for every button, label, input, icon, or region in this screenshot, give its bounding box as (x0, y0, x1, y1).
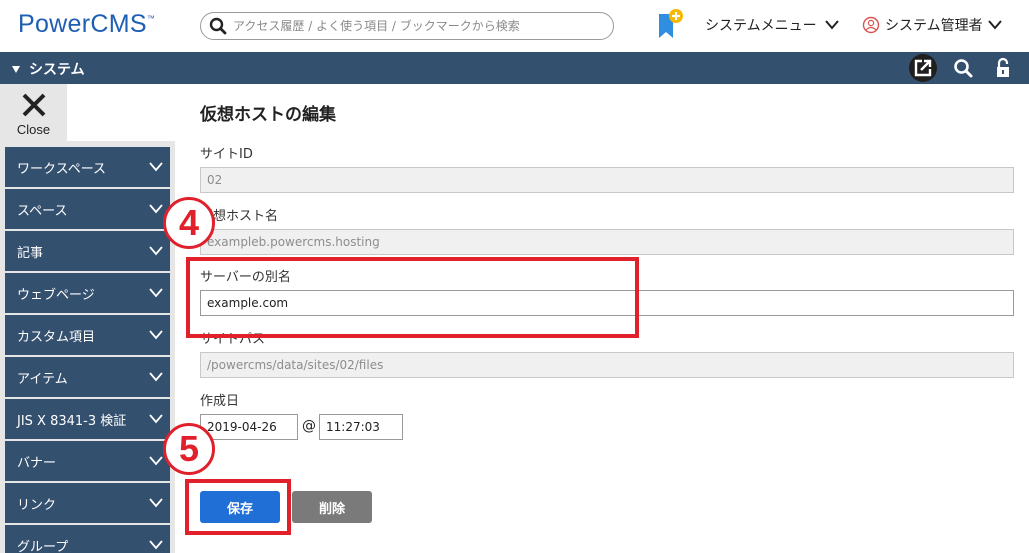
system-navbar: システム (0, 52, 1029, 84)
step-4-badge: 4 (163, 197, 215, 249)
user-avatar-icon (862, 16, 880, 34)
sidebar-item-label: JIS X 8341-3 検証 (17, 413, 127, 429)
chevron-down-icon (149, 204, 163, 214)
system-scope-toggle[interactable]: システム (12, 59, 85, 79)
search-icon (954, 59, 973, 78)
chevron-down-icon (987, 20, 1002, 30)
site-path-field[interactable] (200, 352, 1014, 378)
sidebar-item-items[interactable]: アイテム (5, 357, 170, 397)
system-menu-dropdown[interactable]: システムメニュー (705, 15, 839, 35)
chevron-down-icon (149, 246, 163, 256)
chevron-down-icon (149, 330, 163, 340)
chevron-down-icon (824, 20, 839, 30)
sidebar-item-label: スペース (17, 203, 68, 219)
lock-button[interactable] (989, 54, 1017, 82)
search-icon (209, 17, 227, 35)
logo-text: PowerCMS (18, 10, 147, 38)
chevron-down-icon (149, 456, 163, 466)
sidebar-item-jis-check[interactable]: JIS X 8341-3 検証 (5, 399, 170, 439)
global-search-input[interactable] (233, 16, 603, 36)
powercms-logo[interactable]: PowerCMS™ (18, 10, 155, 39)
sidebar-item-label: リンク (17, 497, 57, 513)
created-date-label: 作成日 (200, 394, 240, 409)
sidebar-item-groups[interactable]: グループ (5, 525, 170, 553)
navbar-tools (909, 54, 1017, 82)
highlight-save-button (185, 479, 291, 535)
chevron-down-icon (149, 498, 163, 508)
chevron-down-icon (149, 288, 163, 298)
vhost-name-field[interactable] (200, 229, 1014, 255)
unlock-icon (997, 57, 1009, 77)
sidebar: ワークスペース スペース 記事 ウェブページ カスタム項目 アイテム JIS X… (0, 141, 175, 553)
chevron-down-icon (149, 372, 163, 382)
sidebar-item-label: アイテム (17, 371, 68, 387)
sidebar-item-space[interactable]: スペース (5, 189, 170, 229)
chevron-down-icon (149, 162, 163, 172)
header: PowerCMS™ システムメニュー システム管理者 (0, 0, 1029, 52)
chevron-down-icon (149, 414, 163, 424)
sidebar-item-workspace[interactable]: ワークスペース (5, 147, 170, 187)
scope-title: システム (29, 62, 85, 78)
external-link-icon (914, 59, 932, 77)
sidebar-item-label: ウェブページ (17, 287, 95, 303)
date-time-separator: @ (302, 418, 316, 434)
caret-down-icon (12, 65, 20, 73)
site-id-field[interactable] (200, 167, 1014, 193)
sidebar-item-links[interactable]: リンク (5, 483, 170, 523)
created-time-field[interactable] (319, 414, 403, 440)
logo-tm: ™ (146, 14, 156, 23)
chevron-down-icon (149, 540, 163, 550)
sidebar-item-label: カスタム項目 (17, 329, 96, 345)
bookmark-add-icon[interactable] (656, 8, 684, 42)
global-search (200, 12, 614, 40)
system-menu-label: システムメニュー (705, 18, 817, 34)
highlight-server-alias (186, 257, 639, 338)
created-date-field[interactable] (200, 414, 298, 440)
sidebar-close-button[interactable]: Close (0, 84, 67, 141)
site-id-label: サイトID (200, 147, 253, 162)
user-menu-dropdown[interactable]: システム管理者 (862, 15, 1002, 35)
delete-button[interactable]: 削除 (292, 491, 372, 523)
page-title: 仮想ホストの編集 (200, 105, 336, 125)
user-name-label: システム管理者 (885, 18, 983, 34)
step-5-badge: 5 (163, 423, 215, 475)
close-icon (22, 93, 45, 117)
sidebar-item-label: 記事 (17, 245, 44, 261)
sidebar-item-label: ワークスペース (17, 161, 107, 177)
sidebar-item-webpages[interactable]: ウェブページ (5, 273, 170, 313)
external-link-button[interactable] (909, 54, 937, 82)
sidebar-item-entries[interactable]: 記事 (5, 231, 170, 271)
close-label: Close (16, 122, 51, 137)
sidebar-item-custom-fields[interactable]: カスタム項目 (5, 315, 170, 355)
sidebar-item-label: グループ (17, 539, 69, 553)
sidebar-item-banners[interactable]: バナー (5, 441, 170, 481)
navbar-search-button[interactable] (949, 54, 977, 82)
sidebar-item-label: バナー (17, 455, 57, 471)
